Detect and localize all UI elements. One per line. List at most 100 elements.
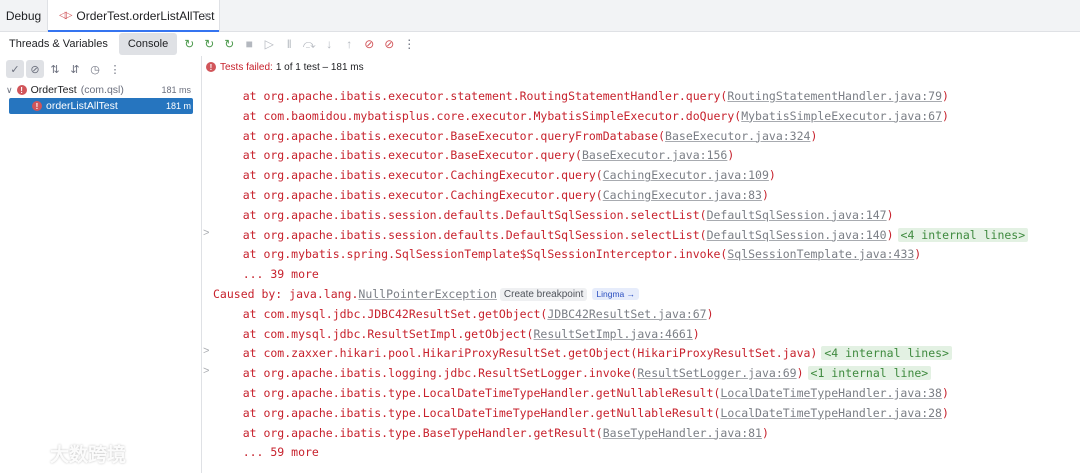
test-tree-root[interactable]: ∨ ! OrderTest (com.qsl) 181 ms xyxy=(0,82,201,98)
source-link[interactable]: BaseTypeHandler.java:81 xyxy=(603,426,762,440)
stack-trace-tail: ) xyxy=(886,207,894,222)
watermark-text: 大数跨境 xyxy=(50,445,127,466)
stack-trace-line: at com.mysql.jdbc.JDBC42ResultSet.getObj… xyxy=(203,304,714,324)
more-icon[interactable]: ⋮ xyxy=(399,34,419,54)
source-link[interactable]: SqlSessionTemplate.java:433 xyxy=(727,247,914,261)
close-icon[interactable]: × xyxy=(203,8,211,23)
test-class-package: (com.qsl) xyxy=(80,84,124,96)
source-link[interactable]: ResultSetLogger.java:69 xyxy=(637,366,796,380)
stack-trace-text: at org.apache.ibatis.session.defaults.De… xyxy=(215,207,707,222)
console-label: Console xyxy=(127,38,169,50)
test-class-name: OrderTest xyxy=(30,84,77,96)
stack-trace-line: at org.apache.ibatis.type.LocalDateTimeT… xyxy=(203,383,949,403)
show-ignored-icon[interactable]: ⊘ xyxy=(26,60,44,78)
stack-trace-tail: ) xyxy=(941,405,949,420)
toggle-auto-test-icon[interactable]: ↻ xyxy=(219,34,239,54)
expand-chevron-icon[interactable]: > xyxy=(203,227,213,239)
stop-icon[interactable]: ■ xyxy=(239,34,259,54)
error-icon: ! xyxy=(16,85,27,95)
source-link[interactable]: LocalDateTimeTypeHandler.java:38 xyxy=(720,386,942,400)
stack-trace-tail: ) xyxy=(768,168,776,183)
stack-trace-text: at org.apache.ibatis.session.defaults.De… xyxy=(215,227,707,242)
internal-lines-fold[interactable]: <4 internal lines> xyxy=(897,227,1029,242)
stack-trace-line: at com.mysql.jdbc.ResultSetImpl.getObjec… xyxy=(203,324,700,344)
test-class-duration: 181 ms xyxy=(161,85,191,95)
stack-trace-text: at org.mybatis.spring.SqlSessionTemplate… xyxy=(215,247,728,262)
error-icon: ! xyxy=(32,101,42,111)
stack-trace-tail: ) xyxy=(914,247,922,262)
caused-by-prefix: Caused by: java.lang. xyxy=(213,287,359,301)
show-passed-icon[interactable]: ✓ xyxy=(6,60,24,78)
source-link[interactable]: CachingExecutor.java:83 xyxy=(603,188,762,202)
rerun-icon[interactable]: ↻ xyxy=(179,34,199,54)
stack-trace-text: at org.apache.ibatis.executor.CachingExe… xyxy=(215,188,603,202)
more-icon[interactable]: ⋮ xyxy=(106,60,124,78)
mute-breakpoints-icon[interactable]: ⊘ xyxy=(379,34,399,54)
stack-trace-text: ... 59 more xyxy=(215,445,319,460)
step-over-icon[interactable]: ⤼ xyxy=(299,34,319,54)
resume-icon[interactable]: ▷ xyxy=(259,34,279,54)
source-link[interactable]: BaseExecutor.java:156 xyxy=(582,148,727,162)
stack-trace-tail: ) xyxy=(727,148,735,163)
stack-trace-line: at org.apache.ibatis.session.defaults.De… xyxy=(203,205,894,225)
source-link[interactable]: ResultSetImpl.java:4661 xyxy=(534,327,693,341)
tab-debug[interactable]: Debug xyxy=(0,0,48,31)
test-method-name: orderListAllTest xyxy=(46,100,118,112)
tab-console[interactable]: Console xyxy=(118,33,178,55)
tests-failed-label: Tests failed: xyxy=(220,61,273,73)
source-link[interactable]: LocalDateTimeTypeHandler.java:28 xyxy=(720,406,942,420)
stack-trace-text: at com.mysql.jdbc.ResultSetImpl.getObjec… xyxy=(215,326,534,341)
source-link[interactable]: JDBC42ResultSet.java:67 xyxy=(547,307,706,321)
chevron-down-icon[interactable]: ∨ xyxy=(6,85,13,96)
test-tree-pane: ✓ ⊘ ⇅ ⇵ ◷ ⋮ ∨ ! OrderTest (com.qsl) 181 … xyxy=(0,56,202,473)
rerun-failed-icon[interactable]: ↻ xyxy=(199,34,219,54)
stack-trace-line: at org.mybatis.spring.SqlSessionTemplate… xyxy=(203,244,922,264)
watermark: 大数跨境 xyxy=(10,440,126,467)
stack-trace-tail: ) xyxy=(761,425,769,440)
tests-failed-summary: 1 of 1 test – 181 ms xyxy=(275,61,364,73)
caused-by-line: Caused by: java.lang. NullPointerExceptio… xyxy=(203,284,640,304)
stack-trace-text: at org.apache.ibatis.type.LocalDateTimeT… xyxy=(215,405,721,420)
expand-chevron-icon[interactable]: > xyxy=(203,365,213,377)
source-link[interactable]: BaseExecutor.java:324 xyxy=(665,129,810,143)
internal-lines-fold[interactable]: <4 internal lines> xyxy=(821,346,952,361)
exception-class-link[interactable]: NullPointerException xyxy=(358,287,496,301)
stack-trace-text: at org.apache.ibatis.logging.jdbc.Result… xyxy=(215,366,638,381)
sort-alphabetically-icon[interactable]: ⇅ xyxy=(46,60,64,78)
create-breakpoint-button[interactable]: Create breakpoint xyxy=(499,287,588,301)
tool-window-tab-bar: Debug ◁▷ OrderTest.orderListAllTest × xyxy=(0,0,1080,32)
step-into-icon[interactable]: ↓ xyxy=(319,34,339,54)
stack-trace-line: > at org.apache.ibatis.session.defaults.… xyxy=(203,225,1029,245)
sort-by-duration-icon[interactable]: ⇵ xyxy=(66,60,84,78)
tab-threads-variables[interactable]: Threads & Variables xyxy=(0,33,117,55)
stack-trace-line: at org.apache.ibatis.executor.BaseExecut… xyxy=(203,126,818,146)
expand-chevron-icon[interactable]: > xyxy=(203,345,213,357)
step-out-icon[interactable]: ↑ xyxy=(339,34,359,54)
history-icon[interactable]: ◷ xyxy=(86,60,104,78)
test-tree-item-orderlistalltest[interactable]: ! orderListAllTest 181 m xyxy=(9,98,193,114)
internal-lines-fold[interactable]: <1 internal line> xyxy=(807,366,932,381)
source-link[interactable]: DefaultSqlSession.java:140 xyxy=(707,228,887,242)
threads-variables-label: Threads & Variables xyxy=(9,38,108,50)
source-link[interactable]: RoutingStatementHandler.java:79 xyxy=(727,89,942,103)
lingma-button[interactable]: Lingma → xyxy=(592,288,640,300)
stack-trace-text: at com.zaxxer.hikari.pool.HikariProxyRes… xyxy=(215,346,818,361)
stack-trace-line: > at org.apache.ibatis.logging.jdbc.Resu… xyxy=(203,363,932,383)
source-link[interactable]: DefaultSqlSession.java:147 xyxy=(707,208,887,222)
pause-icon[interactable]: ‖ xyxy=(279,34,299,54)
source-link[interactable]: CachingExecutor.java:109 xyxy=(603,168,769,182)
stack-trace-text: at com.mysql.jdbc.JDBC42ResultSet.getObj… xyxy=(215,306,548,321)
error-icon: ! xyxy=(206,62,216,72)
source-link[interactable]: MybatisSimpleExecutor.java:67 xyxy=(741,109,942,123)
stack-trace-text: at org.apache.ibatis.executor.CachingExe… xyxy=(215,168,603,183)
stack-trace-tail: ) xyxy=(810,128,818,143)
breakpoints-icon[interactable]: ⊘ xyxy=(359,34,379,54)
console-output[interactable]: at org.apache.ibatis.executor.statement.… xyxy=(203,78,1080,473)
tab-debug-label: Debug xyxy=(5,8,42,23)
stack-trace-line: ... 59 more xyxy=(203,442,319,462)
tab-run-configuration[interactable]: ◁▷ OrderTest.orderListAllTest × xyxy=(48,0,220,32)
stack-trace-text: at org.apache.ibatis.executor.BaseExecut… xyxy=(215,148,582,163)
stack-trace-tail: ) xyxy=(796,366,804,381)
debug-toolbar: Threads & Variables Console ↻ ↻ ↻ ■ ▷ ‖ … xyxy=(0,33,1080,55)
watermark-logo-icon xyxy=(11,445,44,462)
